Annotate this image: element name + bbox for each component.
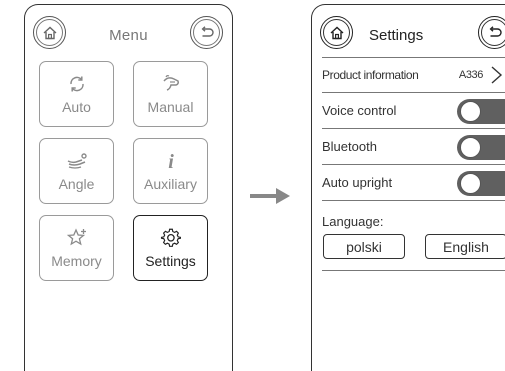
auxiliary-tile[interactable]: i Auxiliary	[133, 138, 208, 204]
model-number: A336	[458, 69, 483, 81]
settings-title: Settings	[369, 27, 424, 44]
divider	[322, 270, 505, 271]
auto-upright-label: Auto upright	[322, 175, 393, 190]
back-button[interactable]	[478, 16, 505, 49]
language-option-polski[interactable]: polski	[323, 234, 405, 259]
auxiliary-label: Auxiliary	[144, 176, 197, 192]
voice-control-row: Voice control	[322, 93, 505, 129]
gear-icon	[160, 228, 181, 247]
back-button[interactable]	[190, 16, 223, 49]
bluetooth-toggle[interactable]	[457, 135, 505, 160]
back-icon	[489, 25, 502, 37]
settings-screen: Settings Product information A336 Voice …	[311, 4, 505, 371]
info-icon: i	[168, 151, 174, 172]
chevron-right-icon	[491, 66, 503, 84]
settings-tile[interactable]: Settings	[133, 215, 208, 281]
settings-label: Settings	[145, 253, 196, 269]
memory-label: Memory	[51, 253, 102, 269]
angle-label: Angle	[58, 176, 95, 192]
bluetooth-label: Bluetooth	[322, 139, 377, 154]
bluetooth-row: Bluetooth	[322, 129, 505, 165]
manual-tile[interactable]: Manual	[133, 61, 208, 127]
auto-tile[interactable]: Auto	[39, 61, 114, 127]
memory-tile[interactable]: Memory	[39, 215, 114, 281]
voice-control-toggle[interactable]	[457, 99, 505, 124]
auto-upright-toggle[interactable]	[457, 171, 505, 196]
arrow-right-icon	[250, 188, 290, 204]
auto-label: Auto	[62, 99, 91, 115]
star-plus-icon	[66, 228, 86, 246]
back-icon	[201, 25, 214, 37]
angle-tile[interactable]: Angle	[39, 138, 114, 204]
home-icon	[330, 26, 343, 39]
hand-icon	[162, 75, 179, 91]
home-button[interactable]	[320, 16, 353, 49]
language-option-english[interactable]: English	[425, 234, 505, 259]
recline-icon	[67, 153, 87, 169]
product-information-row[interactable]: Product information A336	[322, 57, 505, 93]
product-information-label: Product information	[322, 68, 419, 82]
voice-control-label: Voice control	[322, 103, 397, 118]
auto-upright-row: Auto upright	[322, 165, 505, 201]
svg-text:i: i	[168, 151, 174, 172]
refresh-icon	[69, 76, 84, 92]
menu-screen: Menu Auto Manual Angle i Auxiliary Memor…	[24, 4, 233, 371]
language-label: Language:	[322, 214, 384, 229]
manual-label: Manual	[147, 99, 194, 115]
